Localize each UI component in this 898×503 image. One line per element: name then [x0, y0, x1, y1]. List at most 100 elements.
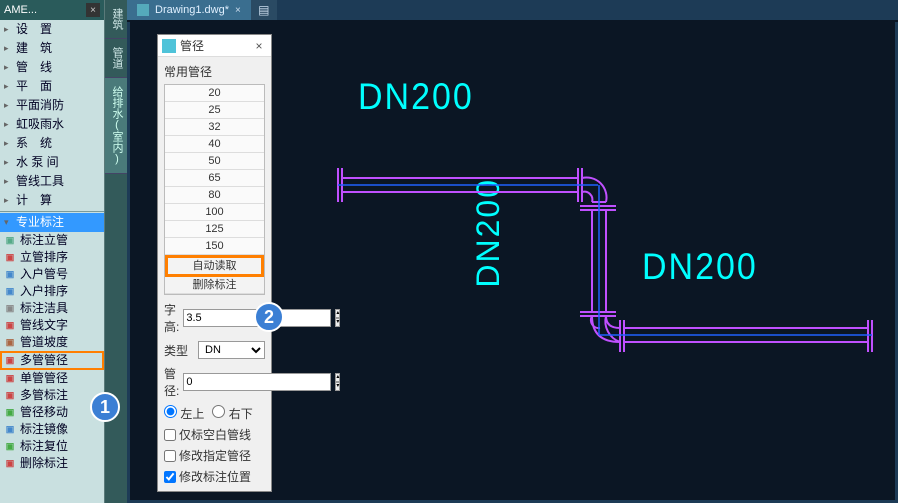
- tree-label: 计 算: [16, 193, 52, 208]
- chk-modify-pos[interactable]: 修改标注位置: [164, 468, 265, 485]
- side-tab-building[interactable]: 建筑: [105, 0, 127, 39]
- tree-label: 管 线: [16, 60, 52, 75]
- chevron-right-icon: ▸: [4, 22, 14, 37]
- tool-icon: ▣: [2, 440, 18, 454]
- tool-label: 立管排序: [20, 250, 68, 265]
- side-tab-pipe[interactable]: 管道: [105, 39, 127, 78]
- dialog-close-icon[interactable]: ×: [251, 39, 267, 53]
- size-option[interactable]: 32: [165, 119, 264, 136]
- tool-item[interactable]: ▣管道坡度: [0, 334, 104, 351]
- tree-category[interactable]: ▸管 线: [0, 58, 104, 77]
- tree-category[interactable]: ▸管线工具: [0, 172, 104, 191]
- palette-title: AME...: [4, 4, 37, 16]
- chevron-right-icon: ▸: [4, 98, 14, 113]
- tool-item[interactable]: ▣删除标注: [0, 455, 104, 472]
- pipe-diameter-dialog: 管径 × 常用管径 20253240506580100125150 自动读取 删…: [157, 34, 272, 492]
- size-list: 20253240506580100125150 自动读取 删除标注: [164, 84, 265, 295]
- dialog-app-icon: [162, 39, 176, 53]
- tree-label: 设 置: [16, 22, 52, 37]
- tree-label: 管线工具: [16, 174, 64, 189]
- tree-category[interactable]: ▸计 算: [0, 191, 104, 210]
- tree-category[interactable]: ▸系 统: [0, 134, 104, 153]
- chevron-right-icon: ▸: [4, 174, 14, 189]
- size-option[interactable]: 25: [165, 102, 264, 119]
- tree-label: 平面消防: [16, 98, 64, 113]
- size-option[interactable]: 125: [165, 221, 264, 238]
- type-select[interactable]: DN: [198, 341, 265, 359]
- chevron-right-icon: ▸: [4, 117, 14, 132]
- tool-item[interactable]: ▣立管排序: [0, 249, 104, 266]
- tool-item[interactable]: ▣管径移动: [0, 404, 104, 421]
- group-label: 常用管径: [164, 63, 265, 80]
- tool-item[interactable]: ▣多管标注: [0, 387, 104, 404]
- palette-header: AME... ×: [0, 0, 104, 20]
- size-option[interactable]: 40: [165, 136, 264, 153]
- size-option[interactable]: 80: [165, 187, 264, 204]
- tool-icon: ▣: [2, 406, 18, 420]
- drawing-area: Drawing1.dwg* × ▤ 管径 × 常用管径 202532405065…: [127, 0, 898, 503]
- size-option[interactable]: 100: [165, 204, 264, 221]
- tool-label: 单管管径: [20, 371, 68, 386]
- close-tab-icon[interactable]: ×: [235, 5, 241, 16]
- tool-item[interactable]: ▣标注洁具: [0, 300, 104, 317]
- radio-right-bottom[interactable]: 右下: [212, 405, 252, 422]
- pipe-drawing: [320, 152, 890, 382]
- delete-annotation-button[interactable]: 删除标注: [165, 277, 264, 294]
- tree-category[interactable]: ▸平 面: [0, 77, 104, 96]
- palette-close-icon[interactable]: ×: [86, 3, 100, 17]
- tool-icon: ▣: [2, 457, 18, 471]
- chevron-right-icon: ▸: [4, 136, 14, 151]
- chk-modify-diam[interactable]: 修改指定管径: [164, 447, 265, 464]
- callout-badge-1: 1: [90, 392, 120, 422]
- plus-icon: ▤: [258, 3, 269, 17]
- tool-item[interactable]: ▣管线文字: [0, 317, 104, 334]
- side-tab-drain[interactable]: 给排水(室内): [105, 78, 127, 174]
- tool-icon: ▣: [2, 372, 18, 386]
- tool-icon: ▣: [2, 423, 18, 437]
- radio-left-top[interactable]: 左上: [164, 405, 204, 422]
- tool-label: 管线文字: [20, 318, 68, 333]
- new-tab-button[interactable]: ▤: [251, 0, 277, 20]
- tree-label: 建 筑: [16, 41, 52, 56]
- tool-label: 标注立管: [20, 233, 68, 248]
- tree-label: 虹吸雨水: [16, 117, 64, 132]
- auto-read-button[interactable]: 自动读取: [165, 255, 264, 277]
- tree-category[interactable]: ▸建 筑: [0, 39, 104, 58]
- height-label: 字高:: [164, 301, 179, 335]
- tool-item[interactable]: ▣单管管径: [0, 370, 104, 387]
- chk-blank-only[interactable]: 仅标空白管线: [164, 426, 265, 443]
- tool-item[interactable]: ▣标注镜像: [0, 421, 104, 438]
- tool-item[interactable]: ▣标注复位: [0, 438, 104, 455]
- tool-palette: AME... × ▸设 置▸建 筑▸管 线▸平 面▸平面消防▸虹吸雨水▸系 统▸…: [0, 0, 105, 503]
- tree-special-annotation[interactable]: ▾ 专业标注: [0, 213, 104, 232]
- tool-item[interactable]: ▣入户排序: [0, 283, 104, 300]
- tree-category[interactable]: ▸虹吸雨水: [0, 115, 104, 134]
- tool-label: 管道坡度: [20, 335, 68, 350]
- chevron-right-icon: ▸: [4, 60, 14, 75]
- tree-category[interactable]: ▸平面消防: [0, 96, 104, 115]
- tool-label: 标注复位: [20, 439, 68, 454]
- model-space[interactable]: 管径 × 常用管径 20253240506580100125150 自动读取 删…: [127, 22, 898, 503]
- chevron-right-icon: ▸: [4, 79, 14, 94]
- tree-label: 系 统: [16, 136, 52, 151]
- document-tab-bar: Drawing1.dwg* × ▤: [127, 0, 898, 20]
- tree-category[interactable]: ▸水 泵 间: [0, 153, 104, 172]
- size-option[interactable]: 150: [165, 238, 264, 255]
- diam-row: 管径: ▴▾: [164, 365, 265, 399]
- chevron-right-icon: ▸: [4, 193, 14, 208]
- dwg-file-icon: [137, 4, 149, 16]
- tool-icon: ▣: [2, 319, 18, 333]
- tool-item[interactable]: ▣多管管径: [0, 351, 104, 370]
- size-option[interactable]: 65: [165, 170, 264, 187]
- dialog-titlebar[interactable]: 管径 ×: [158, 35, 271, 57]
- diam-input[interactable]: [183, 373, 331, 391]
- tool-item[interactable]: ▣入户管号: [0, 266, 104, 283]
- tool-item[interactable]: ▣标注立管: [0, 232, 104, 249]
- tool-icon: ▣: [2, 285, 18, 299]
- size-option[interactable]: 50: [165, 153, 264, 170]
- file-tab[interactable]: Drawing1.dwg* ×: [127, 0, 251, 20]
- tool-label: 标注镜像: [20, 422, 68, 437]
- tree-category[interactable]: ▸设 置: [0, 20, 104, 39]
- tree-label: 专业标注: [16, 215, 64, 230]
- size-option[interactable]: 20: [165, 85, 264, 102]
